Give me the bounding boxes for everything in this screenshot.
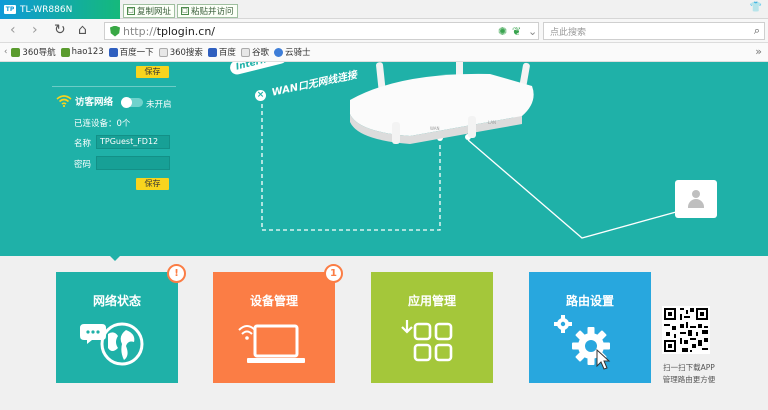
bookmark-menu-icon[interactable]: ‹	[4, 47, 7, 57]
reload-icon[interactable]: ↻	[54, 22, 66, 38]
svg-text:WAN: WAN	[430, 126, 439, 131]
client-device[interactable]	[675, 180, 717, 218]
qr-code-image	[664, 308, 708, 352]
network-banner: 保存 访客网络 未开启 已连设备：0个 名称 TPGuest_FD12 密码 保…	[0, 62, 768, 256]
bookmark-label: hao123	[71, 47, 104, 57]
url-host: tplogin.cn/	[156, 24, 216, 38]
bookmark-label: 百度	[218, 48, 236, 58]
user-body-icon	[688, 199, 704, 208]
user-head-icon	[692, 190, 700, 198]
navigation-bar: ‹ › ↻ ⌂ http:// tplogin.cn/ ✺ ❦ ⌄ 点此搜索 ⌕	[0, 19, 768, 43]
search-icon[interactable]: ⌕	[754, 24, 760, 38]
tile-router-settings[interactable]: 路由设置	[529, 272, 651, 383]
search-placeholder: 点此搜索	[550, 27, 587, 38]
bookmarks-overflow-icon[interactable]: »	[755, 45, 762, 58]
bookmark-icon	[11, 47, 21, 57]
tile-app-management[interactable]: 应用管理	[371, 272, 493, 383]
bookmark-icon	[108, 47, 118, 57]
alert-badge: !	[167, 264, 186, 283]
bookmark-label: 百度一下	[119, 48, 154, 58]
tile-label: 路由设置	[565, 294, 614, 308]
shirt-icon[interactable]: 👕	[750, 2, 762, 13]
back-icon[interactable]: ‹	[10, 22, 16, 38]
speed-icon[interactable]: ✺	[498, 25, 507, 38]
count-badge: 1	[324, 264, 343, 283]
qr-code	[662, 306, 710, 354]
tab-bar: TP TL-WR886N □ 复制网址 □ 粘贴并访问 👕	[0, 0, 768, 19]
copy-url-button[interactable]: □ 复制网址	[123, 4, 176, 18]
bookmarks-bar: ‹ 360导航 hao123 百度一下 360搜索 百度 谷歌 云骑士 »	[0, 43, 768, 62]
bookmark-baidu-search[interactable]: 百度一下	[108, 46, 154, 58]
laptop-icon	[238, 324, 305, 363]
bookmark-360search[interactable]: 360搜索	[158, 46, 203, 58]
bookmark-label: 360搜索	[169, 48, 203, 58]
address-bar[interactable]: http:// tplogin.cn/ ✺ ❦ ⌄	[104, 22, 539, 40]
tile-device-management[interactable]: 1 设备管理	[213, 264, 343, 383]
url-scheme: http://	[123, 24, 157, 38]
bookmark-yunqishi[interactable]: 云骑士	[273, 46, 311, 58]
tab-title: TL-WR886N	[20, 4, 73, 15]
router-illustration: WAN LAN	[350, 62, 534, 144]
bookmark-360nav[interactable]: 360导航	[11, 46, 56, 58]
home-icon[interactable]: ⌂	[78, 22, 87, 38]
qr-caption-manage: 管理路由更方便	[662, 375, 716, 384]
tile-network-status[interactable]: ! 网络状态	[56, 264, 186, 383]
bookmark-hao123[interactable]: hao123	[60, 47, 104, 57]
bookmark-icon	[158, 47, 168, 57]
copy-icon: □	[127, 7, 135, 15]
browser-tab[interactable]: TP TL-WR886N	[0, 0, 120, 19]
tile-label: 网络状态	[92, 294, 141, 308]
tp-link-favicon-icon: TP	[4, 5, 16, 14]
gear-icon	[554, 315, 611, 370]
apps-grid-icon	[401, 320, 453, 362]
panel-pointer	[108, 254, 122, 261]
bookmark-baidu[interactable]: 百度	[207, 46, 236, 58]
tile-label: 应用管理	[407, 294, 456, 308]
bookmark-icon	[273, 47, 283, 57]
bookmark-icon	[207, 47, 217, 57]
qr-caption-download: 扫一扫下载APP	[663, 363, 715, 372]
shield-icon	[110, 25, 120, 37]
paste-icon: □	[181, 7, 189, 15]
search-input[interactable]: 点此搜索 ⌕	[543, 22, 765, 40]
svg-text:LAN: LAN	[488, 120, 496, 125]
forward-icon[interactable]: ›	[32, 22, 38, 38]
copy-url-label: 复制网址	[137, 7, 172, 17]
bookmark-label: 360导航	[22, 48, 56, 58]
bookmark-icon	[240, 47, 250, 57]
bookmark-label: 谷歌	[251, 48, 269, 58]
bookmark-google[interactable]: 谷歌	[240, 46, 269, 58]
bookmark-label: 云骑士	[284, 48, 311, 58]
paste-go-label: 粘贴并访问	[191, 7, 234, 17]
chevron-down-icon[interactable]: ⌄	[528, 25, 537, 38]
tile-label: 设备管理	[249, 294, 298, 308]
bookmark-icon	[60, 47, 70, 57]
globe-icon	[80, 322, 144, 366]
leaf-icon[interactable]: ❦	[512, 25, 521, 38]
paste-go-button[interactable]: □ 粘贴并访问	[177, 4, 238, 18]
